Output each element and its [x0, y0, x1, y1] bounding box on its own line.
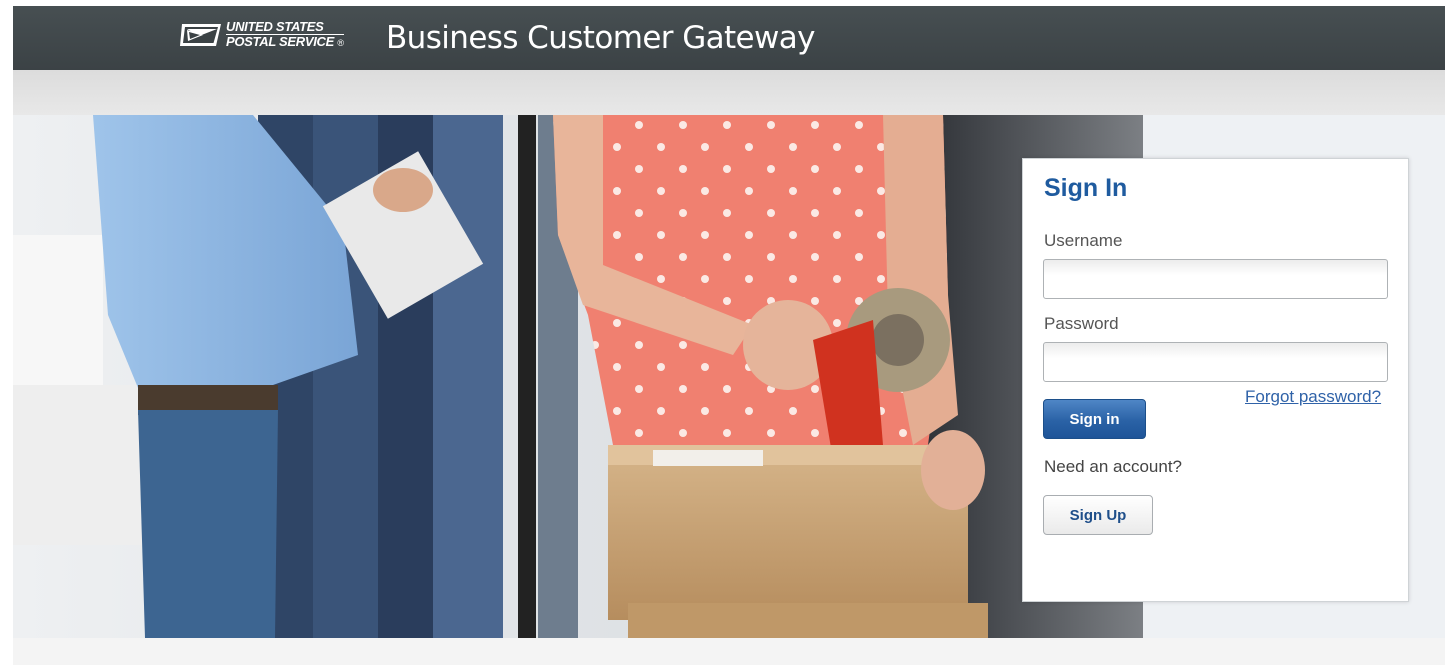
forgot-password-link[interactable]: Forgot password?	[1245, 387, 1381, 407]
sign-up-button[interactable]: Sign Up	[1043, 495, 1153, 535]
footer-strip	[13, 638, 1445, 665]
app-title: Business Customer Gateway	[386, 20, 816, 56]
username-label: Username	[1044, 231, 1123, 250]
password-field[interactable]	[1043, 342, 1388, 382]
username-field[interactable]	[1043, 259, 1388, 299]
logo-line-1: UNITED STATES	[226, 20, 344, 35]
usps-eagle-logo-icon	[180, 24, 221, 46]
top-header: UNITED STATES POSTAL SERVICE ® Business …	[13, 6, 1445, 70]
need-account-text: Need an account?	[1044, 457, 1182, 476]
navigation-bar	[13, 70, 1445, 115]
usps-wordmark: UNITED STATES POSTAL SERVICE ®	[226, 20, 344, 49]
sign-in-heading: Sign In	[1044, 174, 1128, 202]
logo-line-2: POSTAL SERVICE	[226, 34, 335, 49]
usps-logo[interactable]: UNITED STATES POSTAL SERVICE ®	[179, 20, 344, 49]
sign-in-button[interactable]: Sign in	[1043, 399, 1146, 439]
registered-mark: ®	[337, 38, 344, 48]
password-label: Password	[1044, 314, 1119, 333]
sign-in-panel: Sign In Username Password Forgot passwor…	[1022, 158, 1409, 602]
